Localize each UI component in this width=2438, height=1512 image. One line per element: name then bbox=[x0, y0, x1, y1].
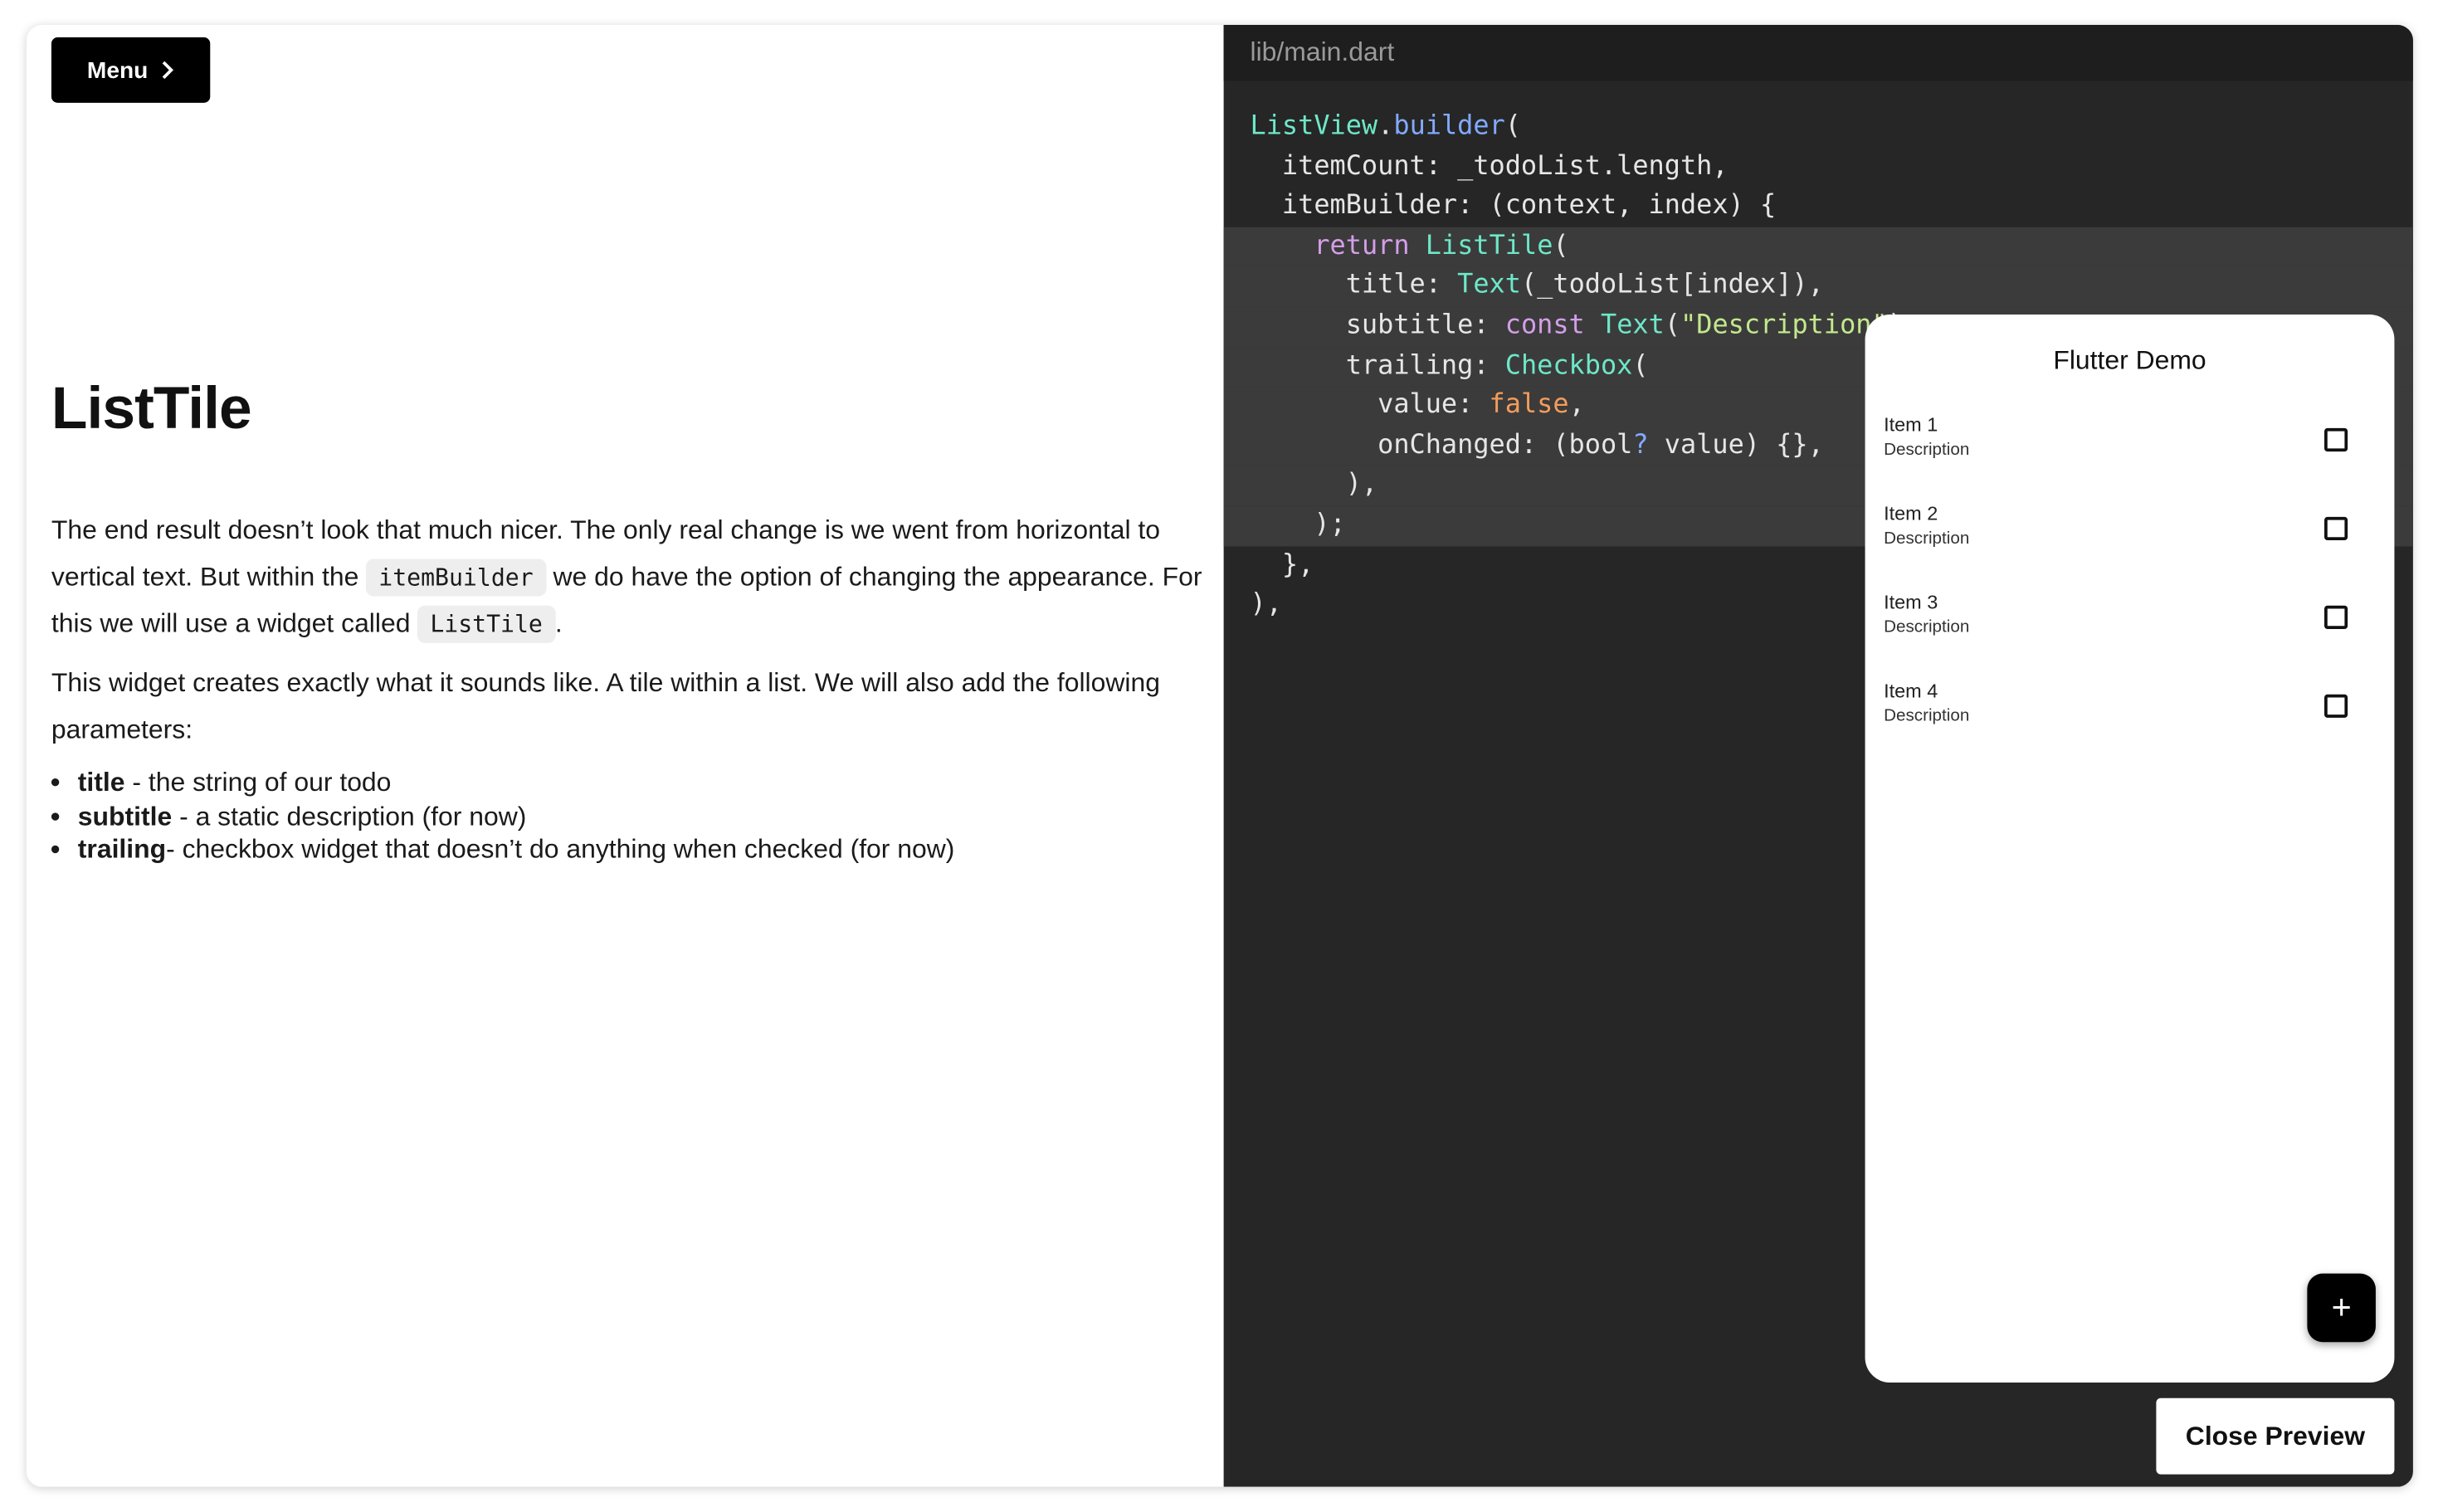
paragraph-intro: The end result doesn’t look that much ni… bbox=[51, 508, 1203, 648]
menu-label: Menu bbox=[86, 56, 149, 84]
code-token: return bbox=[1314, 230, 1410, 261]
code-token: }, bbox=[1250, 549, 1314, 580]
lesson-panel: Menu ListTile The end result doesn’t loo… bbox=[26, 25, 1224, 1487]
tile-title: Item 1 bbox=[1884, 414, 1938, 437]
list-tile[interactable]: Item 2 Description bbox=[1884, 503, 2376, 581]
code-token: false bbox=[1489, 389, 1569, 421]
code-panel: lib/main.dart ListView.builder( itemCoun… bbox=[1223, 25, 2413, 1487]
app-bar-title: Flutter Demo bbox=[2053, 345, 2206, 376]
code-token: Text bbox=[1601, 310, 1665, 341]
code-token: itemBuilder: (context, index) { bbox=[1250, 190, 1777, 222]
code-token: value: bbox=[1250, 389, 1490, 421]
tile-title: Item 2 bbox=[1884, 502, 1938, 525]
list-item: trailing- checkbox widget that doesn’t d… bbox=[78, 833, 1203, 866]
code-token: subtitle: bbox=[1250, 310, 1505, 341]
tile-subtitle: Description bbox=[1884, 617, 1970, 637]
checkbox[interactable] bbox=[2324, 427, 2348, 452]
file-tab[interactable]: lib/main.dart bbox=[1223, 25, 2413, 81]
parameter-list: title - the string of our todo subtitle … bbox=[51, 766, 1203, 866]
code-token: ListView bbox=[1250, 110, 1378, 142]
lesson-content: The end result doesn’t look that much ni… bbox=[51, 508, 1203, 866]
code-line: ListView.builder( bbox=[1224, 107, 2413, 147]
list-tile[interactable]: Item 3 Description bbox=[1884, 592, 2376, 670]
text: - the string of our todo bbox=[124, 767, 392, 797]
chevron-right-icon bbox=[162, 61, 174, 80]
code-line: title: Text(_todoList[index]), bbox=[1223, 266, 2413, 307]
code-token: title: bbox=[1250, 270, 1458, 301]
tile-subtitle: Description bbox=[1884, 706, 1970, 726]
code-line: return ListTile( bbox=[1223, 227, 2413, 267]
close-preview-button[interactable]: Close Preview bbox=[2156, 1397, 2395, 1475]
page-title: ListTile bbox=[51, 377, 252, 442]
code-token: ( bbox=[1664, 310, 1681, 341]
code-token: (_todoList[index]), bbox=[1520, 270, 1824, 301]
code-token: value) {}, bbox=[1648, 429, 1824, 461]
code-token: ListTile bbox=[1425, 230, 1553, 261]
code-token: trailing: bbox=[1250, 349, 1505, 381]
text: - a static description (for now) bbox=[172, 801, 527, 831]
tile-subtitle: Description bbox=[1884, 529, 1970, 549]
text: . bbox=[554, 608, 563, 639]
checkbox[interactable] bbox=[2324, 516, 2348, 541]
text: - checkbox widget that doesn’t do anythi… bbox=[166, 834, 955, 865]
app-preview: Flutter Demo Item 1 Description Item 2 Des… bbox=[1865, 314, 2395, 1383]
term: subtitle bbox=[77, 801, 173, 831]
list-tile[interactable]: Item 1 Description bbox=[1884, 414, 2376, 492]
tile-title: Item 3 bbox=[1884, 591, 1938, 614]
code-token: ); bbox=[1250, 509, 1346, 540]
term: trailing bbox=[77, 834, 167, 865]
term: title bbox=[77, 767, 125, 797]
code-line: itemCount: _todoList.length, bbox=[1224, 147, 2413, 187]
menu-button[interactable]: Menu bbox=[51, 37, 211, 103]
list-item: subtitle - a static description (for now… bbox=[78, 799, 1203, 832]
list-tile[interactable]: Item 4 Description bbox=[1884, 680, 2376, 758]
tile-title: Item 4 bbox=[1884, 680, 1938, 703]
code-token: , bbox=[1568, 389, 1585, 421]
code-token: ), bbox=[1250, 588, 1282, 620]
plus-icon: + bbox=[2331, 1287, 2352, 1327]
code-line: itemBuilder: (context, index) { bbox=[1224, 187, 2413, 227]
code-token: "Description" bbox=[1680, 310, 1888, 341]
checkbox[interactable] bbox=[2324, 605, 2348, 629]
code-token: onChanged: (bool bbox=[1250, 429, 1633, 461]
code-token: Checkbox bbox=[1504, 349, 1633, 381]
code-token: ( bbox=[1504, 110, 1522, 142]
list-item: title - the string of our todo bbox=[78, 766, 1203, 799]
code-token: ), bbox=[1250, 469, 1378, 500]
inline-code: ListTile bbox=[417, 605, 555, 643]
add-fab-button[interactable]: + bbox=[2307, 1273, 2376, 1343]
code-token: ( bbox=[1553, 230, 1569, 261]
code-token: ? bbox=[1632, 429, 1649, 461]
code-token: . bbox=[1377, 110, 1394, 142]
tutorial-card: Menu ListTile The end result doesn’t loo… bbox=[26, 25, 2413, 1487]
code-token: itemCount: _todoList.length, bbox=[1250, 150, 1729, 182]
code-token: const bbox=[1504, 310, 1585, 341]
inline-code: itemBuilder bbox=[366, 558, 546, 597]
code-token: Text bbox=[1457, 270, 1521, 301]
paragraph-widget: This widget creates exactly what it soun… bbox=[51, 667, 1160, 744]
code-token: ( bbox=[1632, 349, 1649, 381]
code-token: builder bbox=[1393, 110, 1505, 142]
checkbox[interactable] bbox=[2324, 694, 2348, 718]
tile-subtitle: Description bbox=[1884, 440, 1970, 460]
